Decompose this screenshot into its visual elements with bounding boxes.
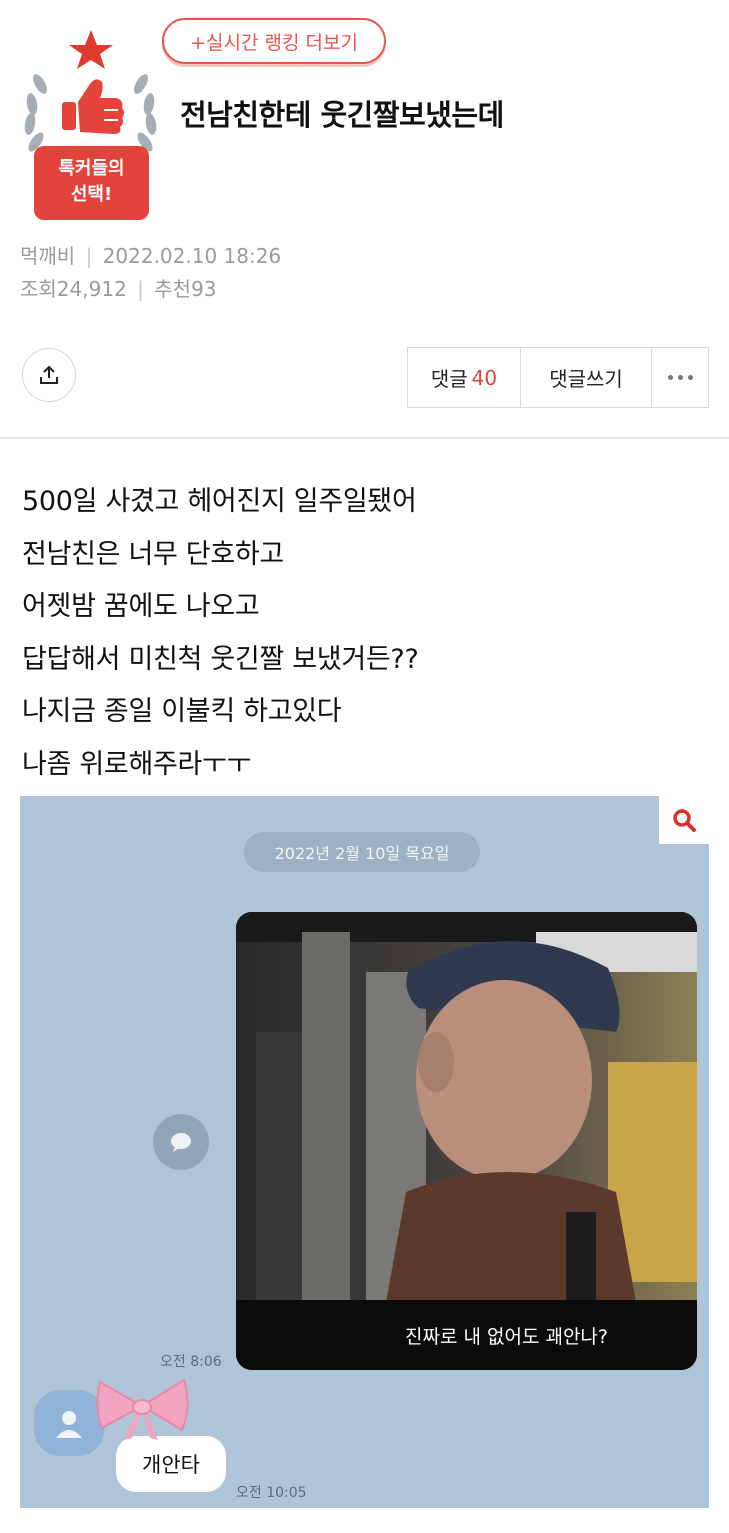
user-icon [56, 1411, 82, 1438]
meta-separator: | [85, 244, 93, 268]
badge-line-2: 선택! [70, 184, 113, 205]
share-icon [40, 365, 58, 384]
post-datetime: 2022.02.10 18:26 [102, 244, 282, 268]
chat-screenshot-image[interactable]: 2022년 2월 10일 목요일 진짜로 내 없어도 괘안나? 오전 8:06 … [20, 796, 709, 1508]
message-time: 오전 10:05 [236, 1485, 307, 1501]
author-name[interactable]: 먹깨비 [20, 244, 75, 268]
comments-button[interactable]: 댓글 40 [408, 348, 521, 407]
badge-toktalker-choice: 톡커들의 선택! [18, 26, 163, 226]
badge-line-1: 톡커들의 [58, 158, 125, 179]
message-time: 오전 8:06 [160, 1354, 222, 1370]
post-action-bar: 댓글 40 댓글쓰기 [407, 347, 709, 408]
chat-bubble-icon [153, 1114, 209, 1170]
post-meta-author-date: 먹깨비 | 2022.02.10 18:26 [20, 240, 281, 269]
realtime-ranking-button[interactable]: +실시간 랭킹 더보기 [162, 18, 386, 64]
body-line: 나좀 위로해주라ㅜㅜ [22, 748, 252, 780]
body-line: 어젯밤 꿈에도 나오고 [22, 591, 260, 622]
post-body: 500일 사겼고 헤어진지 일주일됐어 전남친은 너무 단호하고 어젯밤 꿈에도… [22, 476, 419, 791]
write-comment-label: 댓글쓰기 [549, 367, 623, 391]
meme-image[interactable]: 진짜로 내 없어도 괘안나? [236, 912, 697, 1370]
post-meta-stats: 조회24,912 | 추천93 [20, 273, 217, 302]
comments-label: 댓글 [430, 367, 468, 391]
share-button[interactable] [22, 348, 76, 402]
section-divider [0, 437, 729, 439]
image-zoom-button[interactable] [659, 796, 709, 844]
reply-message-bubble: 개안타 [116, 1436, 226, 1492]
badge-label: 톡커들의 선택! [34, 146, 149, 220]
more-icon [667, 375, 693, 380]
search-icon [673, 809, 696, 832]
meme-caption: 진짜로 내 없어도 괘안나? [236, 1300, 697, 1370]
body-line: 전남친은 너무 단호하고 [22, 538, 284, 570]
more-button[interactable] [652, 348, 708, 407]
meta-separator: | [137, 277, 144, 301]
post-title: 전남친한테 웃긴짤보냈는데 [180, 98, 504, 132]
comments-count: 40 [471, 365, 498, 390]
write-comment-button[interactable]: 댓글쓰기 [521, 348, 652, 407]
body-line: 나지금 종일 이불킥 하고있다 [22, 696, 342, 727]
likes-count: 93 [191, 277, 217, 301]
likes-label: 추천 [154, 277, 192, 301]
chat-date-divider: 2022년 2월 10일 목요일 [244, 832, 480, 872]
views-count: 24,912 [56, 277, 127, 301]
body-line: 답답해서 미친척 웃긴짤 보냈거든?? [22, 643, 419, 675]
views-label: 조회 [20, 277, 57, 301]
body-line: 500일 사겼고 헤어진지 일주일됐어 [22, 486, 417, 517]
ribbon-bow-sticker [96, 1378, 189, 1440]
